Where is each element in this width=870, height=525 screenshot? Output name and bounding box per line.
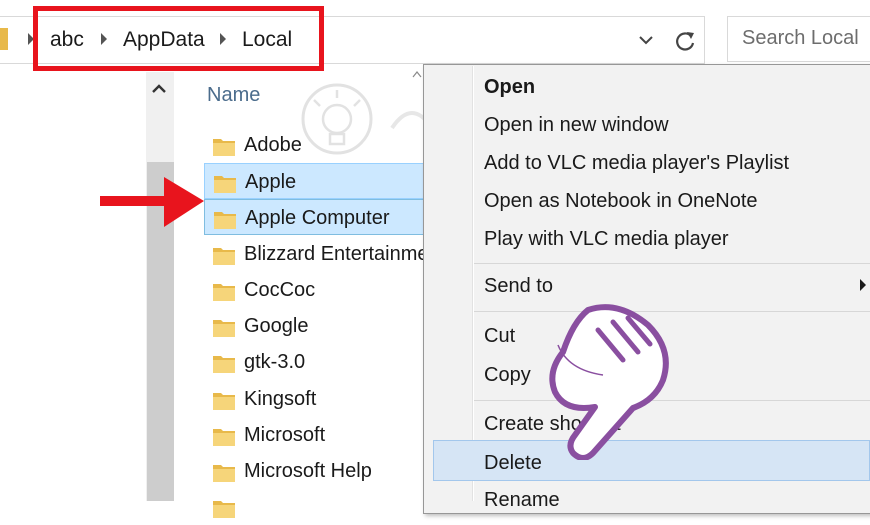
list-item[interactable]: Adobe — [204, 127, 434, 163]
column-header-name[interactable]: Name — [207, 84, 260, 107]
folder-icon — [213, 320, 235, 337]
list-item[interactable] — [204, 489, 434, 525]
menu-item-play-vlc[interactable]: Play with VLC media player — [484, 226, 729, 252]
file-name: Blizzard Entertainment — [244, 243, 446, 265]
folder-icon — [213, 356, 235, 373]
folder-icon — [213, 393, 235, 410]
search-input[interactable] — [742, 27, 870, 50]
list-item[interactable]: Microsoft Help — [204, 453, 434, 489]
list-item[interactable]: Apple Computer — [204, 199, 434, 235]
menu-item-send-to[interactable]: Send to — [484, 273, 553, 299]
menu-item-cut[interactable]: Cut — [484, 323, 515, 349]
list-item[interactable]: Kingsoft — [204, 381, 434, 417]
folder-icon — [213, 284, 235, 301]
folder-icon — [213, 139, 235, 156]
menu-item-rename[interactable]: Rename — [484, 487, 560, 513]
sort-ascending-icon — [412, 71, 422, 78]
file-name: CocCoc — [244, 279, 316, 301]
menu-item-add-vlc-playlist[interactable]: Add to VLC media player's Playlist — [484, 150, 789, 176]
menu-item-open[interactable]: Open — [484, 74, 535, 100]
submenu-arrow-icon — [860, 279, 866, 291]
refresh-icon[interactable] — [667, 24, 703, 60]
red-arrow-icon — [100, 177, 204, 227]
menu-item-open-onenote[interactable]: Open as Notebook in OneNote — [484, 188, 758, 214]
file-name: Adobe — [244, 134, 302, 156]
file-name: Microsoft Help — [244, 460, 372, 482]
file-name: Google — [244, 315, 309, 337]
search-box[interactable] — [727, 16, 870, 62]
file-name: Apple — [245, 171, 297, 193]
file-name: Kingsoft — [244, 388, 317, 410]
folder-icon — [213, 248, 235, 265]
pointing-hand-icon — [549, 304, 669, 460]
list-item[interactable]: CocCoc — [204, 272, 434, 308]
folder-icon — [213, 465, 235, 482]
menu-gutter-divider — [472, 66, 474, 501]
file-name: Microsoft — [244, 424, 326, 446]
file-name: gtk-3.0 — [244, 351, 306, 373]
list-item[interactable]: gtk-3.0 — [204, 344, 434, 380]
file-name: Apple Computer — [245, 207, 390, 229]
menu-item-copy[interactable]: Copy — [484, 362, 531, 388]
scroll-up-icon[interactable] — [148, 78, 170, 100]
folder-icon — [214, 212, 236, 229]
folder-icon — [0, 28, 8, 50]
menu-separator — [474, 263, 870, 264]
list-item[interactable]: Microsoft — [204, 417, 434, 453]
folder-icon — [214, 176, 236, 193]
folder-icon — [213, 501, 235, 518]
list-item[interactable]: Blizzard Entertainment — [204, 236, 445, 272]
list-item[interactable]: Apple — [204, 163, 434, 199]
list-item[interactable]: Google — [204, 308, 434, 344]
red-highlight-box — [33, 6, 324, 71]
menu-item-open-new-window[interactable]: Open in new window — [484, 112, 669, 138]
folder-icon — [213, 429, 235, 446]
address-bar-area: abc AppData Local — [0, 0, 870, 71]
chevron-down-icon[interactable] — [636, 30, 656, 50]
